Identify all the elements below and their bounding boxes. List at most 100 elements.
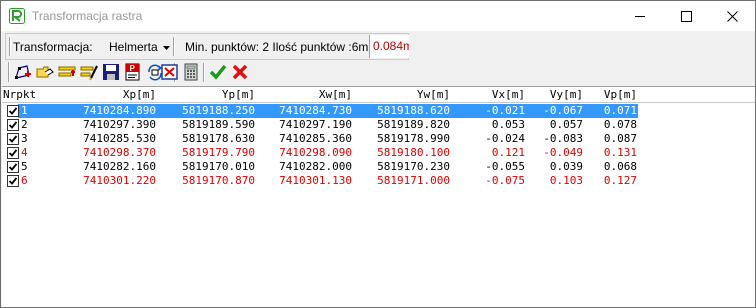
cell-vx: -0.024	[485, 132, 525, 145]
cell-xw: 7410284.730	[279, 104, 352, 117]
cell-vx: 0.121	[491, 146, 525, 159]
cell-vx: -0.075	[485, 174, 525, 187]
cell-vp: 0.087	[603, 132, 637, 145]
r-logo-icon	[9, 8, 25, 24]
transformation-method-dropdown[interactable]: Helmerta	[109, 40, 171, 54]
toolbar-separator	[203, 63, 205, 82]
cell-vy: -0.083	[543, 132, 583, 145]
column-header-yw[interactable]: Yw[m]	[417, 88, 450, 102]
column-header-vy[interactable]: Vy[m]	[550, 88, 583, 102]
column-header-vx[interactable]: Vx[m]	[492, 88, 525, 102]
points-table[interactable]: Nrpkt Xp[m] Yp[m] Xw[m] Yw[m] Vx[m] Vy[m…	[2, 86, 755, 307]
table-header: Nrpkt Xp[m] Yp[m] Xw[m] Yw[m] Vx[m] Vy[m…	[2, 87, 755, 103]
cell-xp: 7410285.530	[83, 132, 156, 145]
minimize-button[interactable]	[617, 1, 663, 31]
cell-vp: 0.068	[603, 160, 637, 173]
column-header-yp[interactable]: Yp[m]	[222, 88, 255, 102]
cell-vp: 0.071	[603, 104, 637, 117]
transformation-method-value: Helmerta	[109, 40, 158, 54]
cell-vx: -0.055	[485, 160, 525, 173]
calculator-icon	[184, 63, 198, 81]
table-row[interactable]: 6 7410301.220 5819170.870 7410301.130 581917…	[2, 174, 755, 188]
add-point-button[interactable]	[13, 62, 33, 82]
close-button[interactable]	[709, 1, 755, 31]
add-point-icon	[15, 65, 31, 79]
minimize-icon	[635, 16, 645, 17]
cell-vy: -0.067	[543, 104, 583, 117]
close-icon	[727, 11, 738, 22]
row-checkbox[interactable]	[7, 147, 19, 159]
clear-button[interactable]	[160, 62, 180, 82]
checkmark-icon	[8, 107, 18, 115]
row-checkbox[interactable]	[7, 105, 19, 117]
checkmark-icon	[8, 135, 18, 143]
cell-vy: 0.103	[549, 174, 583, 187]
toolbar-grip[interactable]	[8, 62, 10, 82]
column-header-xw[interactable]: Xw[m]	[319, 88, 352, 102]
row-checkbox[interactable]	[7, 161, 19, 173]
cell-nrpkt: 2	[21, 118, 28, 131]
cell-xw: 7410298.090	[279, 146, 352, 159]
table-row[interactable]: 5 7410282.160 5819170.010 7410282.000 581917…	[2, 160, 755, 174]
cancel-icon	[232, 64, 248, 80]
accept-icon	[209, 64, 227, 80]
row-checkbox[interactable]	[7, 175, 19, 187]
cell-vy: -0.049	[543, 146, 583, 159]
cell-vx: -0.021	[485, 104, 525, 117]
report-button[interactable]: P	[123, 62, 143, 82]
title-bar: Transformacja rastra	[1, 1, 755, 31]
cell-vx: 0.053	[491, 118, 525, 131]
cell-xp: 7410282.160	[83, 160, 156, 173]
column-header-xp[interactable]: Xp[m]	[123, 88, 156, 102]
window-title: Transformacja rastra	[32, 9, 143, 23]
cell-nrpkt: 5	[21, 160, 28, 173]
column-header-nrpkt[interactable]: Nrpkt	[3, 88, 36, 102]
maximize-icon	[681, 11, 692, 22]
accept-button[interactable]	[208, 62, 228, 82]
calculator-button[interactable]	[181, 62, 201, 82]
table-row[interactable]: 4 7410298.370 5819179.790 7410298.090 581918…	[2, 146, 755, 160]
edit-point-icon	[36, 66, 54, 78]
insert-point-button[interactable]	[57, 62, 77, 82]
cell-yw: 5819170.230	[377, 160, 450, 173]
cell-yw: 5819180.100	[377, 146, 450, 159]
pencil-point-icon	[80, 65, 98, 81]
pencil-point-button[interactable]	[79, 62, 99, 82]
cell-xw: 7410285.360	[279, 132, 352, 145]
cell-yp: 5819179.790	[182, 146, 255, 159]
edit-point-button[interactable]	[35, 62, 55, 82]
cell-xp: 7410298.370	[83, 146, 156, 159]
table-row[interactable]: 1 7410284.890 5819188.250 7410284.730 581918…	[2, 104, 755, 118]
toolbar-grip[interactable]	[9, 37, 11, 56]
cancel-button[interactable]	[230, 62, 250, 82]
cell-yw: 5819171.000	[377, 174, 450, 187]
cell-nrpkt: 6	[21, 174, 28, 187]
cell-yp: 5819189.590	[182, 118, 255, 131]
column-header-vp[interactable]: Vp[m]	[604, 88, 637, 102]
cell-yw: 5819188.620	[377, 104, 450, 117]
checkmark-icon	[8, 121, 18, 129]
cell-vp: 0.078	[603, 118, 637, 131]
table-row[interactable]: 2 7410297.390 5819189.590 7410297.190 581918…	[2, 118, 755, 132]
cell-yp: 5819170.010	[182, 160, 255, 173]
cell-vp: 0.131	[603, 146, 637, 159]
points-stats-label: Min. punktów: 2 Ilość punktów :6mp=	[185, 40, 383, 54]
cell-nrpkt: 1	[21, 104, 28, 117]
cell-xw: 7410297.190	[279, 118, 352, 131]
cell-yp: 5819170.870	[182, 174, 255, 187]
row-checkbox[interactable]	[7, 119, 19, 131]
cell-yp: 5819178.630	[182, 132, 255, 145]
cell-vp: 0.127	[603, 174, 637, 187]
save-button[interactable]	[101, 62, 121, 82]
row-checkbox[interactable]	[7, 133, 19, 145]
cell-yw: 5819178.990	[377, 132, 450, 145]
cell-vy: 0.039	[549, 160, 583, 173]
table-row[interactable]: 3 7410285.530 5819178.630 7410285.360 581917…	[2, 132, 755, 146]
transformation-toolbar: Transformacja: Helmerta Min. punktów: 2 …	[5, 33, 409, 60]
maximize-button[interactable]	[663, 1, 709, 31]
mp-value-field: 0.084m	[369, 35, 409, 58]
toolbar-separator	[173, 37, 175, 56]
clear-icon	[161, 64, 178, 80]
transform-raster-window: Transformacja rastra Transformacja: Helm…	[0, 0, 756, 308]
transformation-label: Transformacja:	[13, 40, 93, 54]
